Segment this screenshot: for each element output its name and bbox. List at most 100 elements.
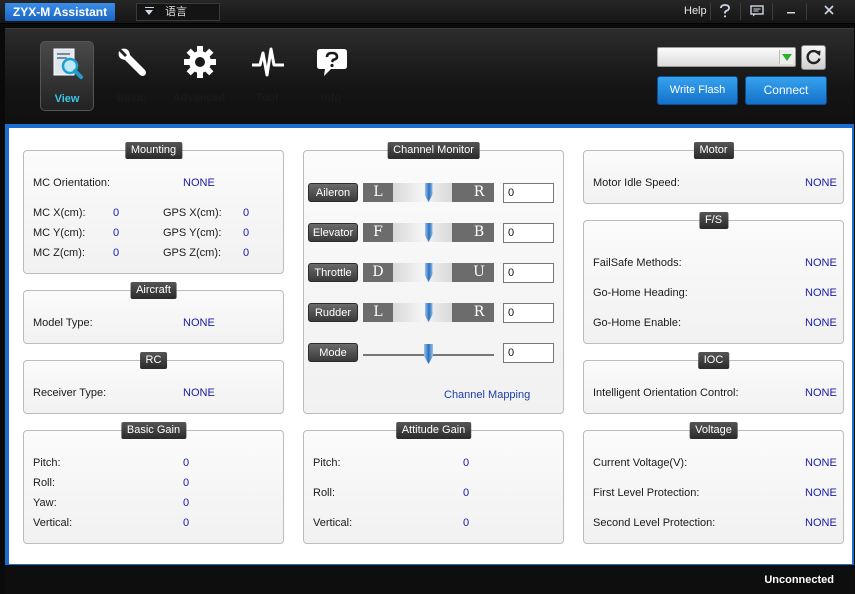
vertical-label: Vertical: [313, 517, 353, 529]
first-level-label: First Level Protection: [593, 487, 700, 499]
port-select[interactable] [657, 47, 796, 67]
second-level-value: NONE [805, 517, 837, 529]
failsafe-methods-value: NONE [805, 257, 837, 269]
mc-x-label: MC X(cm): [33, 207, 86, 219]
mounting-panel: Mounting MC Orientation: NONE MC X(cm): … [23, 142, 284, 274]
write-flash-button[interactable]: Write Flash [657, 76, 738, 105]
mc-orientation-value: NONE [183, 177, 215, 189]
ioc-value: NONE [805, 387, 837, 399]
app-title: ZYX-M Assistant [5, 3, 115, 21]
throttle-bar: D U [363, 263, 494, 282]
basic-gain-panel: Basic Gain Pitch: 0 Roll: 0 Yaw: 0 Verti… [23, 422, 284, 544]
gps-y-label: GPS Y(cm): [163, 227, 222, 239]
dropdown-icon [145, 6, 155, 16]
model-type-label: Model Type: [33, 317, 93, 329]
pitch-label: Pitch: [33, 457, 61, 469]
magnifier-document-icon [53, 48, 83, 79]
refresh-icon [806, 49, 821, 65]
vertical-value: 0 [463, 517, 470, 529]
go-home-heading-value: NONE [805, 287, 837, 299]
attitude-gain-panel: Attitude Gain Pitch: 0 Roll: 0 Vertical:… [303, 422, 564, 544]
language-label: 语言 [165, 6, 187, 18]
panel-title: Basic Gain [120, 422, 187, 439]
rudder-value-field[interactable]: 0 [503, 303, 554, 323]
bar-left-label: F [373, 224, 383, 240]
mc-y-value: 0 [113, 227, 120, 239]
refresh-button[interactable] [801, 45, 826, 70]
nav-label: Info [320, 92, 342, 104]
second-level-label: Second Level Protection: [593, 517, 716, 529]
first-level-value: NONE [805, 487, 837, 499]
go-home-enable-value: NONE [805, 317, 837, 329]
panel-title: Mounting [124, 142, 183, 159]
minimize-icon[interactable] [776, 1, 806, 22]
bar-left-label: L [373, 304, 383, 320]
bar-left-label: L [373, 184, 383, 200]
nav-advanced[interactable]: Advanced [168, 41, 230, 111]
aileron-value-field[interactable]: 0 [503, 183, 554, 203]
mc-z-label: MC Z(cm): [33, 247, 85, 259]
message-icon[interactable] [742, 1, 772, 22]
rudder-bar: L R [363, 303, 494, 322]
roll-value: 0 [463, 487, 470, 499]
mode-label: Mode [308, 343, 358, 362]
bar-center [393, 223, 452, 242]
nav-label: Tool [255, 92, 279, 104]
nav-label: Basic [116, 92, 146, 104]
status-bar: Unconnected [5, 565, 854, 594]
language-selector[interactable]: 语言 [136, 3, 220, 21]
mc-orientation-label: MC Orientation: [33, 177, 111, 189]
nav-tool[interactable]: Tool [236, 41, 298, 111]
pitch-value: 0 [463, 457, 470, 469]
channel-mapping-link[interactable]: Channel Mapping [444, 389, 530, 401]
channel-monitor-panel: Channel Monitor Aileron L R 0 Elevator F… [303, 142, 564, 414]
bar-right-label: R [473, 184, 485, 200]
dropdown-arrow-icon[interactable] [779, 50, 793, 64]
elevator-value-field[interactable]: 0 [503, 223, 554, 243]
failsafe-methods-label: FailSafe Methods: [593, 257, 682, 269]
aircraft-panel: Aircraft Model Type: NONE [23, 282, 284, 344]
receiver-type-value: NONE [183, 387, 215, 399]
rc-panel: RC Receiver Type: NONE [23, 352, 284, 414]
wrench-icon [118, 48, 146, 76]
mode-value-field[interactable]: 0 [503, 343, 554, 363]
separator [806, 3, 807, 20]
current-voltage-value: NONE [805, 457, 837, 469]
vertical-label: Vertical: [33, 517, 73, 529]
motor-idle-value: NONE [805, 177, 837, 189]
panel-title: Voltage [689, 422, 738, 439]
gear-icon [184, 46, 216, 78]
pulse-icon [252, 47, 284, 77]
roll-label: Roll: [313, 487, 336, 499]
connect-button[interactable]: Connect [745, 76, 827, 105]
nav-view[interactable]: View [40, 41, 94, 111]
pitch-value: 0 [183, 457, 190, 469]
ioc-label: Intelligent Orientation Control: [593, 387, 739, 399]
nav-label: Advanced [172, 92, 226, 104]
nav-info[interactable]: Info [300, 41, 362, 111]
elevator-bar: F B [363, 223, 494, 242]
rudder-label: Rudder [308, 303, 358, 322]
help-label[interactable]: Help [684, 5, 707, 17]
yaw-value: 0 [183, 497, 190, 509]
throttle-value-field[interactable]: 0 [503, 263, 554, 283]
connection-status: Unconnected [764, 574, 834, 586]
panel-title: Aircraft [130, 282, 177, 299]
aileron-label: Aileron [308, 183, 358, 202]
gps-x-value: 0 [243, 207, 250, 219]
bar-center [393, 183, 452, 202]
close-icon[interactable] [814, 1, 844, 22]
separator [772, 3, 773, 20]
gps-z-value: 0 [243, 247, 250, 259]
content-frame: Mounting MC Orientation: NONE MC X(cm): … [5, 124, 854, 565]
title-bar: ZYX-M Assistant 语言 Help [0, 0, 855, 24]
roll-value: 0 [183, 477, 190, 489]
help-icon[interactable] [710, 1, 740, 22]
gps-x-label: GPS X(cm): [163, 207, 222, 219]
main-toolbar: View Basic Advanced Tool Info Write Flas… [5, 28, 854, 124]
nav-basic[interactable]: Basic [100, 41, 162, 111]
panel-title: Channel Monitor [387, 142, 480, 159]
nav-label: View [54, 93, 80, 105]
info-bubble-icon [317, 49, 347, 76]
panel-title: F/S [698, 212, 729, 229]
